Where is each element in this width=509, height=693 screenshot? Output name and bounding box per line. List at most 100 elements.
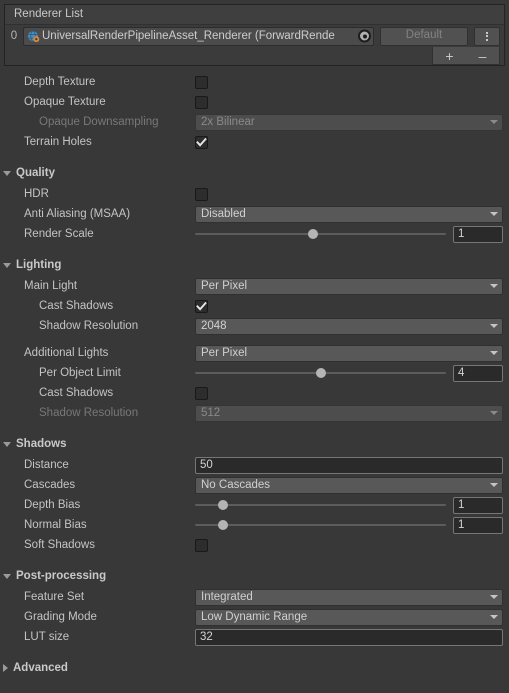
setting-label-terrain-holes: Terrain Holes	[24, 136, 92, 148]
object-picker-icon[interactable]	[358, 29, 371, 43]
slider-per-object-limit[interactable]	[195, 366, 446, 380]
dropdown-main-light[interactable]: Per Pixel	[195, 277, 503, 295]
slider-depth-bias[interactable]	[195, 498, 446, 512]
setting-control-cast-shadows	[195, 299, 509, 313]
setting-label-lut-size: LUT size	[24, 631, 70, 643]
setting-row-opaque-downsampling: Opaque Downsampling 2x Bilinear	[0, 112, 509, 132]
checkbox-soft-shadows[interactable]	[195, 538, 208, 552]
remove-renderer-button[interactable]: –	[466, 47, 499, 64]
urp-asset-icon	[27, 30, 40, 43]
slider-group-per-object-limit: 4	[195, 364, 503, 382]
section-header-advanced[interactable]: Advanced	[0, 657, 509, 679]
slider-group-render-scale: 1	[195, 225, 503, 243]
renderer-object-field[interactable]: UniversalRenderPipelineAsset_Renderer (F…	[23, 26, 374, 46]
chevron-down-icon[interactable]	[3, 170, 11, 176]
dropdown-value-opaque-downsampling: 2x Bilinear	[201, 115, 255, 128]
renderer-list-footer: + –	[5, 47, 504, 65]
section-header-quality[interactable]: Quality	[0, 162, 509, 184]
setting-control-opaque-downsampling: 2x Bilinear	[195, 113, 509, 131]
chevron-down-icon	[490, 483, 498, 487]
setting-control-depth-bias: 1	[195, 496, 509, 514]
setting-label-cast-shadows: Cast Shadows	[39, 300, 114, 312]
setting-label-opaque-downsampling: Opaque Downsampling	[39, 116, 159, 128]
dropdown-grading-mode[interactable]: Low Dynamic Range	[195, 608, 503, 626]
slider-handle[interactable]	[217, 500, 228, 510]
setting-label-distance: Distance	[24, 459, 69, 471]
chevron-right-icon[interactable]	[3, 664, 8, 672]
setting-control-cascades: No Cascades	[195, 476, 509, 494]
checkbox-opaque-texture[interactable]	[195, 95, 208, 109]
dropdown-anti-aliasing-msaa[interactable]: Disabled	[195, 205, 503, 223]
setting-row-depth-texture: Depth Texture	[0, 72, 509, 92]
slider-handle[interactable]	[315, 368, 326, 378]
chevron-down-icon	[490, 411, 498, 415]
setting-label-depth-texture: Depth Texture	[24, 76, 96, 88]
chevron-down-icon	[490, 212, 498, 216]
section-header-post-processing[interactable]: Post-processing	[0, 565, 509, 587]
settings-body: Depth Texture Opaque Texture Opaque Downsa…	[0, 66, 509, 679]
setting-control-soft-shadows	[195, 538, 509, 552]
chevron-down-icon	[490, 284, 498, 288]
checkbox-terrain-holes[interactable]	[195, 135, 208, 149]
section-title-post-processing: Post-processing	[16, 570, 107, 582]
row-spacer	[0, 336, 509, 343]
input-lut-size[interactable]: 32	[195, 628, 503, 646]
dropdown-value-anti-aliasing-msaa: Disabled	[201, 207, 246, 220]
setting-label-main-light: Main Light	[24, 280, 78, 292]
setting-control-normal-bias: 1	[195, 516, 509, 534]
input-depth-bias[interactable]: 1	[453, 496, 503, 514]
section-header-shadows[interactable]: Shadows	[0, 433, 509, 455]
slider-handle[interactable]	[217, 520, 228, 530]
setting-row-per-object-limit: Per Object Limit 4	[0, 363, 509, 383]
renderer-asset-name: UniversalRenderPipelineAsset_Renderer (F…	[42, 29, 335, 42]
setting-label-per-object-limit: Per Object Limit	[39, 367, 121, 379]
input-distance[interactable]: 50	[195, 456, 503, 474]
checkbox-hdr[interactable]	[195, 187, 208, 201]
add-renderer-button[interactable]: +	[433, 47, 466, 64]
checkbox-cast-shadows[interactable]	[195, 299, 208, 313]
setting-control-terrain-holes	[195, 135, 509, 149]
setting-row-cast-shadows: Cast Shadows	[0, 383, 509, 403]
setting-row-grading-mode: Grading Mode Low Dynamic Range	[0, 607, 509, 627]
dropdown-shadow-resolution: 512	[195, 404, 503, 422]
setting-control-anti-aliasing-msaa: Disabled	[195, 205, 509, 223]
dropdown-cascades[interactable]: No Cascades	[195, 476, 503, 494]
input-render-scale[interactable]: 1	[453, 225, 503, 243]
setting-label-anti-aliasing-msaa: Anti Aliasing (MSAA)	[24, 208, 131, 220]
section-header-lighting[interactable]: Lighting	[0, 254, 509, 276]
chevron-down-icon[interactable]	[3, 441, 11, 447]
checkbox-cast-shadows[interactable]	[195, 386, 208, 400]
dropdown-feature-set[interactable]: Integrated	[195, 588, 503, 606]
input-per-object-limit[interactable]: 4	[453, 364, 503, 382]
setting-control-main-light: Per Pixel	[195, 277, 509, 295]
setting-label-cast-shadows: Cast Shadows	[39, 387, 114, 399]
set-default-button[interactable]: Default	[380, 26, 468, 46]
setting-control-shadow-resolution: 2048	[195, 317, 509, 335]
slider-handle[interactable]	[307, 229, 318, 239]
setting-label-opaque-texture: Opaque Texture	[24, 96, 106, 108]
setting-row-opaque-texture: Opaque Texture	[0, 92, 509, 112]
checkbox-depth-texture[interactable]	[195, 75, 208, 89]
dropdown-shadow-resolution[interactable]: 2048	[195, 317, 503, 335]
slider-render-scale[interactable]	[195, 227, 446, 241]
setting-row-cascades: Cascades No Cascades	[0, 475, 509, 495]
setting-row-cast-shadows: Cast Shadows	[0, 296, 509, 316]
setting-label-soft-shadows: Soft Shadows	[24, 539, 95, 551]
setting-row-main-light: Main Light Per Pixel	[0, 276, 509, 296]
chevron-down-icon	[490, 351, 498, 355]
chevron-down-icon[interactable]	[3, 573, 11, 579]
input-normal-bias[interactable]: 1	[453, 516, 503, 534]
dropdown-value-grading-mode: Low Dynamic Range	[201, 610, 308, 623]
dropdown-additional-lights[interactable]: Per Pixel	[195, 344, 503, 362]
dropdown-value-shadow-resolution: 2048	[201, 319, 227, 332]
slider-normal-bias[interactable]	[195, 518, 446, 532]
setting-control-lut-size: 32	[195, 628, 509, 646]
more-options-icon[interactable]	[474, 26, 500, 46]
renderer-list-item[interactable]: 0 UniversalRenderPipelineAsset_Renderer …	[5, 25, 504, 47]
chevron-down-icon[interactable]	[3, 262, 11, 268]
section-title-quality: Quality	[16, 167, 55, 179]
setting-label-depth-bias: Depth Bias	[24, 499, 81, 511]
